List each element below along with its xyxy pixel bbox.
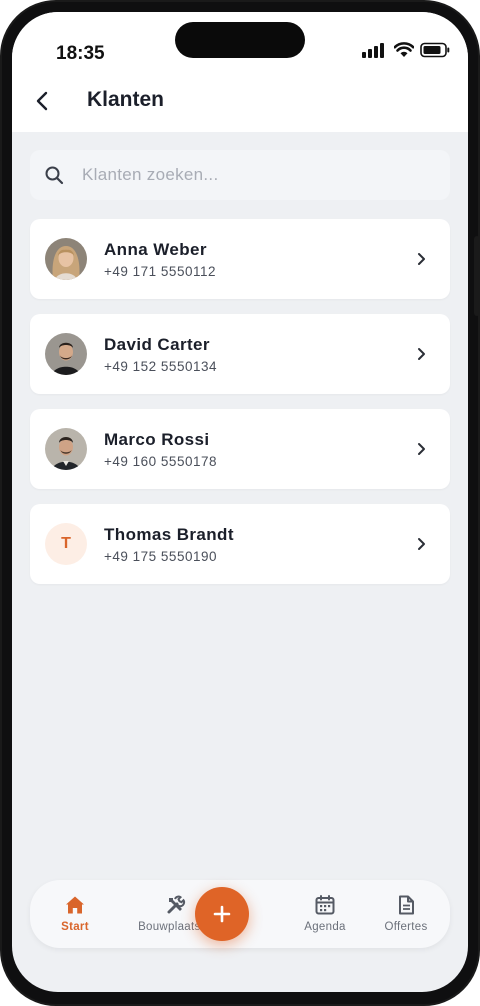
customer-name: Anna Weber [104, 240, 207, 259]
customer-name: David Carter [104, 335, 210, 354]
battery-icon [420, 42, 450, 58]
avatar-thomas-brandt: T [45, 523, 87, 565]
document-icon [399, 895, 414, 915]
tab-offertes[interactable]: Offertes [370, 880, 442, 948]
chevron-right-icon [418, 443, 425, 455]
customer-card-david-carter[interactable]: David Carter +49 152 5550134 [30, 314, 450, 394]
customer-phone: +49 160 5550178 [104, 454, 217, 469]
dynamic-island [175, 22, 305, 58]
chevron-right-icon [418, 538, 425, 550]
home-icon [66, 896, 84, 914]
customer-card-marco-rossi[interactable]: Marco Rossi +49 160 5550178 [30, 409, 450, 489]
search-bar[interactable] [30, 150, 450, 200]
chevron-right-icon [418, 253, 425, 265]
plus-icon [213, 905, 231, 923]
volume-up-button [0, 236, 2, 288]
customer-card-thomas-brandt[interactable]: T Thomas Brandt +49 175 5550190 [30, 504, 450, 584]
wifi-icon [394, 42, 414, 57]
avatar-anna-weber [45, 238, 87, 280]
customer-name: Marco Rossi [104, 430, 210, 449]
top-bar: 18:35 Klanten [12, 12, 468, 132]
power-button [474, 236, 480, 316]
customer-list: Anna Weber +49 171 5550112 David Carter … [30, 219, 450, 599]
action-button [0, 160, 2, 200]
back-icon[interactable] [32, 90, 54, 112]
status-time: 18:35 [56, 43, 105, 64]
volume-down-button [0, 302, 2, 354]
page-title: Klanten [87, 88, 165, 111]
search-input[interactable] [80, 164, 404, 186]
status-icons [362, 42, 450, 58]
tools-icon [167, 895, 186, 914]
search-icon [45, 166, 64, 185]
calendar-icon [315, 895, 335, 915]
customer-card-anna-weber[interactable]: Anna Weber +49 171 5550112 [30, 219, 450, 299]
tab-start[interactable]: Start [40, 880, 110, 948]
tab-agenda[interactable]: Agenda [290, 880, 360, 948]
avatar-david-carter [45, 333, 87, 375]
chevron-right-icon [418, 348, 425, 360]
tab-label: Agenda [304, 921, 346, 933]
signal-icon [362, 43, 384, 58]
add-button[interactable] [195, 887, 249, 941]
customer-name: Thomas Brandt [104, 525, 234, 544]
tab-label: Offertes [384, 921, 428, 933]
tab-label: Start [61, 921, 89, 933]
customer-phone: +49 175 5550190 [104, 549, 217, 564]
screen: 18:35 Klanten Klanten zoeken... Anna Web… [12, 12, 468, 992]
avatar-marco-rossi [45, 428, 87, 470]
customer-phone: +49 152 5550134 [104, 359, 217, 374]
customer-phone: +49 171 5550112 [104, 264, 216, 279]
